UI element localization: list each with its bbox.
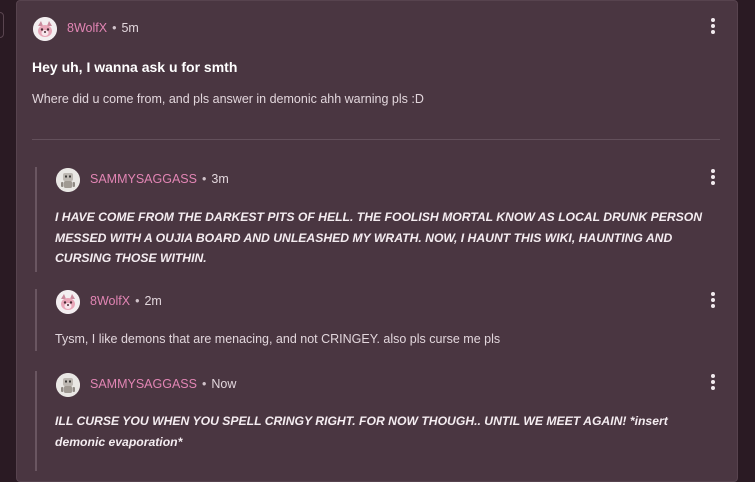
more-vertical-icon[interactable] (708, 374, 718, 390)
reply-timestamp: 2m (144, 294, 162, 308)
post-divider (32, 139, 720, 140)
reply-author-link[interactable]: 8WolfX (90, 294, 130, 308)
reply-meta: SAMMYSAGGASS • Now (90, 377, 236, 391)
more-vertical-icon[interactable] (708, 169, 718, 185)
post-body: Where did u come from, and pls answer in… (32, 92, 424, 106)
robot-avatar-icon[interactable] (56, 373, 80, 397)
reply-meta: SAMMYSAGGASS • 3m (90, 172, 229, 186)
meta-separator: • (135, 294, 140, 308)
reply-meta: 8WolfX • 2m (90, 294, 162, 308)
reply-text: Tysm, I like demons that are menacing, a… (55, 332, 501, 346)
wolf-avatar-icon[interactable] (56, 290, 80, 314)
robot-avatar-icon[interactable] (56, 168, 80, 192)
reply-text: ILL CURSE YOU WHEN YOU SPELL CRINGY RIGH… (55, 414, 668, 449)
discussion-post-card: 8WolfX • 5m Hey uh, I wanna ask u for smth… (16, 0, 738, 482)
meta-separator: • (201, 377, 207, 391)
meta-separator: • (112, 21, 117, 35)
reply-author-link[interactable]: SAMMYSAGGASS (90, 172, 197, 186)
more-vertical-icon[interactable] (708, 292, 718, 308)
reply-author-link[interactable]: SAMMYSAGGASS (90, 377, 197, 391)
more-vertical-icon[interactable] (708, 18, 718, 34)
post-timestamp: 5m (121, 21, 139, 35)
reply-thread-bar (35, 371, 37, 471)
post-author-link[interactable]: 8WolfX (67, 21, 107, 35)
wolf-avatar-icon[interactable] (33, 17, 57, 41)
post-meta: 8WolfX • 5m (67, 21, 139, 35)
meta-separator: • (201, 172, 207, 186)
post-title: Hey uh, I wanna ask u for smth (32, 59, 238, 75)
reply-text: I HAVE COME FROM THE DARKEST PITS OF HEL… (55, 210, 703, 265)
reply-timestamp: Now (211, 377, 237, 391)
reply-timestamp: 3m (211, 172, 229, 186)
reply-thread-bar (35, 167, 37, 272)
side-panel-edge (0, 12, 4, 38)
reply-thread-bar (35, 289, 37, 351)
